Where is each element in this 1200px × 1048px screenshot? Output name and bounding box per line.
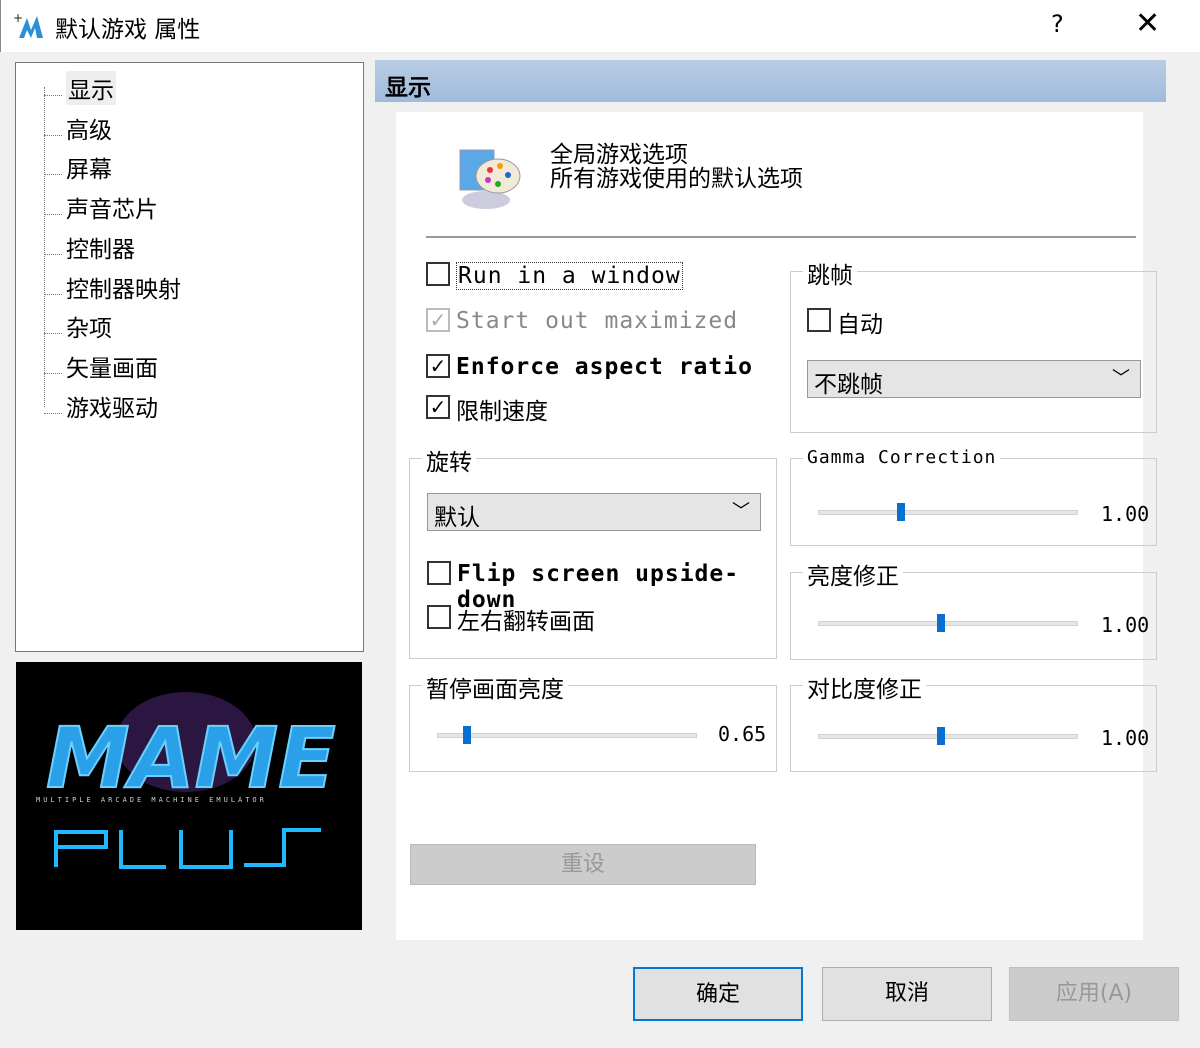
tree-connector: [44, 333, 62, 334]
enforce-aspect-checkbox[interactable]: ✓: [426, 354, 450, 378]
tree-item[interactable]: 杂项: [66, 309, 112, 343]
gamma-slider[interactable]: [818, 510, 1078, 515]
mame-app-icon: +: [13, 10, 47, 42]
panel-title: 全局游戏选项: [550, 142, 688, 168]
enforce-aspect-label[interactable]: Enforce aspect ratio: [456, 354, 753, 380]
frameskip-auto-checkbox[interactable]: [807, 308, 831, 332]
apply-button: 应用(A): [1009, 967, 1179, 1021]
display-options-panel: 全局游戏选项 所有游戏使用的默认选项 Run in a window ✓ Sta…: [396, 112, 1143, 940]
chevron-down-icon: ﹀: [1112, 364, 1130, 390]
run-in-window-checkbox[interactable]: [426, 262, 450, 286]
mirror-label[interactable]: 左右翻转画面: [457, 602, 595, 636]
panel-header: 显示: [375, 60, 1166, 102]
brightness-slider[interactable]: [818, 621, 1078, 626]
pause-brightness-title: 暂停画面亮度: [422, 670, 568, 704]
close-button[interactable]: ✕: [1135, 6, 1160, 41]
tree-item[interactable]: 高级: [66, 111, 112, 145]
tree-item[interactable]: 屏幕: [66, 150, 112, 184]
gamma-value: 1.00: [1101, 502, 1149, 526]
tree-connector: [44, 214, 62, 215]
svg-text:+: +: [13, 11, 23, 25]
tree-connector: [44, 413, 62, 414]
tree-connector: [44, 95, 62, 96]
start-maximized-checkbox: ✓: [426, 308, 450, 332]
cancel-button[interactable]: 取消: [822, 967, 992, 1021]
tree-item[interactable]: 控制器: [66, 230, 135, 264]
contrast-slider[interactable]: [818, 734, 1078, 739]
start-maximized-label: Start out maximized: [456, 308, 738, 334]
rotation-group: 旋转 默认﹀ Flip screen upside-down 左右翻转画面: [409, 458, 777, 659]
frameskip-select[interactable]: 不跳帧 ﹀: [807, 360, 1141, 398]
display-settings-icon: [452, 142, 524, 212]
title-bar: + 默认游戏 属性 ? ✕: [0, 0, 1200, 52]
options-tree[interactable]: 显示高级屏幕声音芯片控制器控制器映射杂项矢量画面游戏驱动: [15, 62, 364, 652]
brightness-value: 1.00: [1101, 613, 1149, 637]
slider-thumb[interactable]: [937, 614, 945, 632]
svg-text:MAME: MAME: [46, 709, 336, 807]
svg-text:MULTIPLE ARCADE MACHINE EMULAT: MULTIPLE ARCADE MACHINE EMULATOR: [36, 796, 267, 804]
reset-button: 重设: [410, 844, 756, 885]
slider-thumb[interactable]: [897, 503, 905, 521]
mirror-checkbox[interactable]: [427, 605, 451, 629]
tree-item[interactable]: 矢量画面: [66, 349, 158, 383]
tree-item[interactable]: 声音芯片: [66, 190, 158, 224]
rotation-select[interactable]: 默认 ﹀: [427, 493, 761, 531]
rotation-title: 旋转: [422, 443, 476, 477]
tree-connector: [44, 174, 62, 175]
throttle-label[interactable]: 限制速度: [456, 392, 548, 426]
tree-connector: [44, 254, 62, 255]
slider-thumb[interactable]: [463, 726, 471, 744]
run-in-window-label[interactable]: Run in a window: [456, 262, 683, 290]
gamma-title: Gamma Correction: [803, 447, 1000, 468]
tree-connector: [44, 294, 62, 295]
divider: [426, 236, 1136, 238]
pause-brightness-slider[interactable]: [437, 733, 697, 738]
tree-item[interactable]: 控制器映射: [66, 270, 181, 304]
brightness-group: 亮度修正 1.00: [790, 572, 1157, 660]
frameskip-group: 跳帧 自动 不跳帧﹀: [790, 271, 1157, 433]
flip-checkbox[interactable]: [427, 561, 451, 585]
help-button[interactable]: ?: [1051, 10, 1064, 38]
pause-brightness-value: 0.65: [718, 722, 766, 746]
frameskip-auto-label[interactable]: 自动: [837, 305, 883, 339]
tree-connector: [44, 373, 62, 374]
frameskip-value: 不跳帧: [814, 372, 883, 398]
rotation-value: 默认: [434, 505, 480, 531]
tree-item[interactable]: 游戏驱动: [66, 389, 158, 423]
brightness-title: 亮度修正: [803, 557, 903, 591]
pause-brightness-group: 暂停画面亮度 0.65: [409, 685, 777, 772]
tree-connector: [44, 135, 62, 136]
tree-item[interactable]: 显示: [66, 71, 116, 105]
contrast-value: 1.00: [1101, 726, 1149, 750]
frameskip-title: 跳帧: [803, 256, 857, 290]
panel-subtitle: 所有游戏使用的默认选项: [550, 166, 803, 192]
contrast-title: 对比度修正: [803, 670, 926, 704]
window-title: 默认游戏 属性: [55, 10, 200, 44]
gamma-group: Gamma Correction 1.00: [790, 458, 1157, 546]
slider-thumb[interactable]: [937, 727, 945, 745]
mame-plus-logo: MAME MULTIPLE ARCADE MACHINE EMULATOR: [16, 662, 362, 930]
ok-button[interactable]: 确定: [633, 967, 803, 1021]
contrast-group: 对比度修正 1.00: [790, 685, 1157, 772]
throttle-checkbox[interactable]: ✓: [426, 395, 450, 419]
chevron-down-icon: ﹀: [732, 497, 750, 523]
